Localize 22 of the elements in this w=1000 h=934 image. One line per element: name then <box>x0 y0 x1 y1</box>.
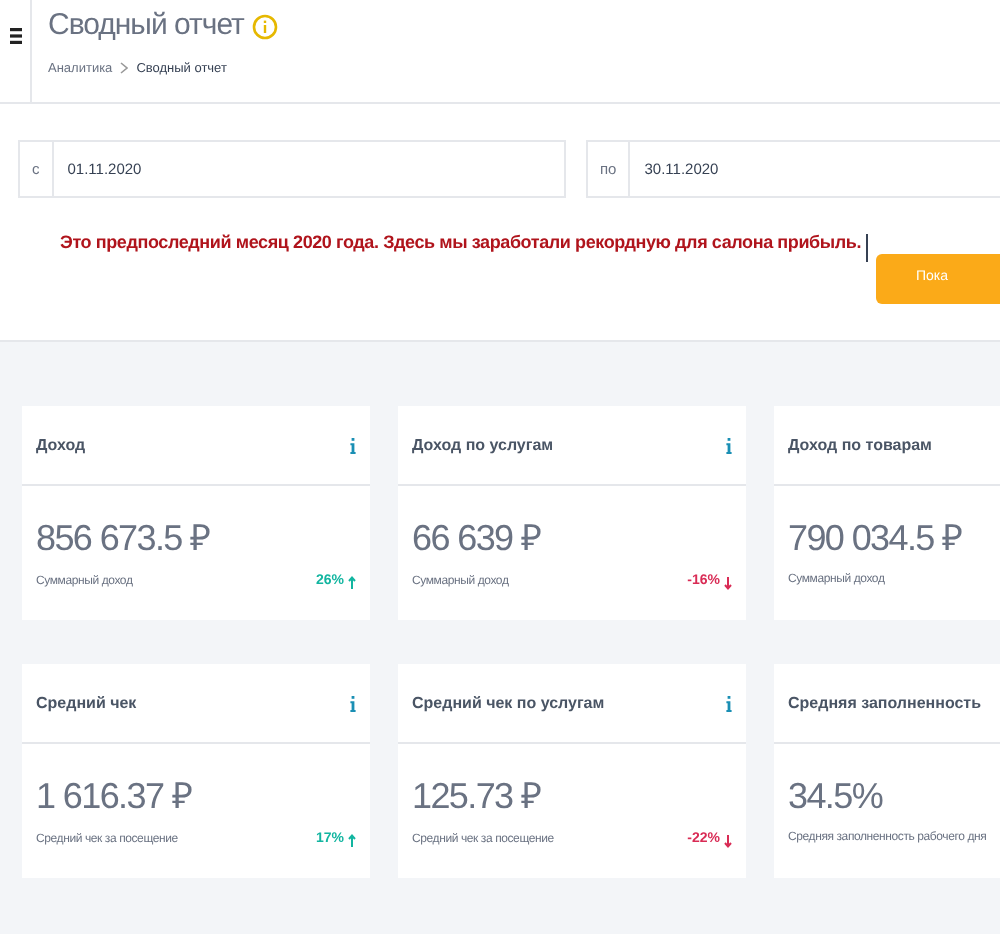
chevron-icon <box>120 62 129 75</box>
stat-value: 125.73 ₽ <box>412 774 543 820</box>
info-icon[interactable] <box>350 695 356 711</box>
card-title: Доход <box>36 433 86 457</box>
card-title: Доход по товарам <box>788 433 932 457</box>
info-icon[interactable] <box>726 695 732 711</box>
text-cursor <box>865 234 868 262</box>
info-icon[interactable] <box>251 13 278 40</box>
stat-value: 66 639 ₽ <box>412 516 543 562</box>
stat-value: 790 034.5 ₽ <box>788 516 964 562</box>
stat-value: 34.5% <box>788 774 885 820</box>
card-title: Средний чек по услугам <box>412 691 605 715</box>
info-icon[interactable] <box>350 437 356 453</box>
card-title: Средняя заполненность <box>788 691 982 715</box>
info-icon[interactable] <box>726 437 732 453</box>
stat-value: 856 673.5 ₽ <box>36 516 212 562</box>
card-title: Средний чек <box>36 691 137 715</box>
page-title: Сводный отчет <box>48 6 244 46</box>
menu-icon[interactable] <box>9 28 21 44</box>
card-title: Доход по услугам <box>412 433 554 457</box>
stat-value: 1 616.37 ₽ <box>36 774 194 820</box>
annotation-text: Это предпоследний месяц 2020 года. Здесь мы заработали рекордную для салона прибыль. <box>60 230 862 256</box>
